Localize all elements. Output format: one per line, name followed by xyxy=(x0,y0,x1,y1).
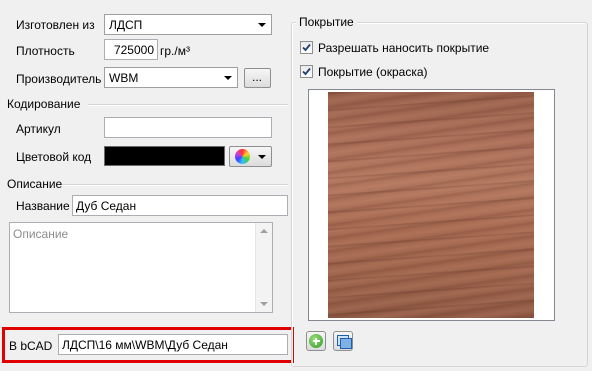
bcad-label: В bCAD xyxy=(9,339,53,353)
name-value: Дуб Седан xyxy=(76,199,137,213)
browse-manufacturer-button[interactable]: ... xyxy=(244,68,271,88)
chevron-down-icon xyxy=(224,76,232,80)
texture-library-button[interactable] xyxy=(333,331,353,351)
add-texture-button[interactable] xyxy=(306,331,326,351)
chevron-down-icon xyxy=(258,155,266,159)
scroll-up-icon[interactable] xyxy=(260,229,268,233)
checkmark-icon xyxy=(302,67,311,76)
made-of-label: Изготовлен из xyxy=(16,18,95,32)
manufacturer-value: WBM xyxy=(109,71,139,85)
chevron-down-icon xyxy=(258,23,266,27)
checkmark-icon xyxy=(302,43,311,52)
description-group-title: Описание xyxy=(7,177,63,191)
description-divider xyxy=(62,184,288,186)
description-placeholder: Описание xyxy=(13,227,69,241)
coding-divider xyxy=(88,104,288,106)
description-textarea[interactable]: Описание xyxy=(9,222,273,313)
coating-group-title: Покрытие xyxy=(296,15,357,29)
allow-coating-checkbox[interactable] xyxy=(300,41,313,54)
browse-label: ... xyxy=(252,70,263,84)
name-label: Название xyxy=(16,199,70,213)
made-of-dropdown[interactable]: ЛДСП xyxy=(104,14,272,35)
article-label: Артикул xyxy=(16,122,61,136)
density-label: Плотность xyxy=(16,44,75,58)
color-wheel-icon xyxy=(235,149,250,164)
bcad-path-input[interactable]: ЛДСП\16 мм\WBM\Дуб Седан xyxy=(58,334,288,355)
plus-icon-v xyxy=(315,338,317,345)
coding-group-title: Кодирование xyxy=(7,97,81,111)
density-value: 725000 xyxy=(113,43,154,57)
texture-preview-frame xyxy=(308,89,555,321)
article-input[interactable] xyxy=(104,117,272,138)
paint-coating-label: Покрытие (окраска) xyxy=(318,65,428,79)
manufacturer-label: Производитель xyxy=(16,72,102,86)
manufacturer-dropdown[interactable]: WBM xyxy=(104,67,238,88)
made-of-value: ЛДСП xyxy=(109,18,143,32)
oak-texture-image xyxy=(328,92,534,318)
color-code-swatch[interactable] xyxy=(104,146,225,166)
density-input[interactable]: 725000 xyxy=(104,39,158,60)
scroll-down-icon[interactable] xyxy=(260,302,268,306)
paint-coating-checkbox[interactable] xyxy=(300,65,313,78)
allow-coating-label: Разрешать наносить покрытие xyxy=(318,41,490,55)
density-unit: гр./м³ xyxy=(160,44,190,58)
color-code-label: Цветовой код xyxy=(16,150,92,164)
name-input[interactable]: Дуб Седан xyxy=(72,195,288,216)
color-picker-button[interactable] xyxy=(229,146,272,167)
vertical-scrollbar[interactable] xyxy=(255,223,272,312)
gallery-icon-front xyxy=(340,338,352,349)
bcad-path-value: ЛДСП\16 мм\WBM\Дуб Седан xyxy=(62,338,228,352)
